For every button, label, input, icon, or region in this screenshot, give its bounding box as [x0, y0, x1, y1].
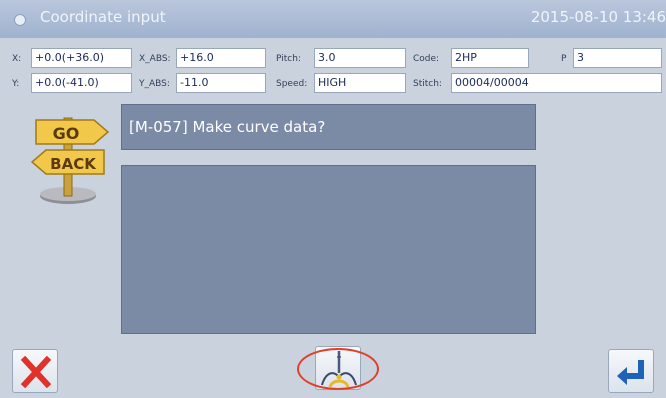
content-panel — [121, 165, 536, 334]
go-text: GO — [53, 124, 80, 143]
enter-arrow-icon — [617, 360, 644, 385]
x-abs-label: X_ABS: — [139, 54, 171, 64]
speed-value: HIGH — [314, 73, 406, 93]
highlight-circle — [297, 348, 379, 390]
y-value: +0.0(-41.0) — [31, 73, 132, 93]
x-label: X: — [12, 54, 22, 64]
code-value: 2HP — [451, 48, 529, 68]
p-label: P — [561, 54, 567, 64]
title-bar: Coordinate input 2015-08-10 13:46 — [0, 0, 666, 38]
y-abs-value: -11.0 — [176, 73, 266, 93]
x-abs-value: +16.0 — [176, 48, 266, 68]
go-back-sign-icon: GO BACK — [30, 117, 110, 204]
go-back-sign-button[interactable]: GO BACK — [30, 112, 112, 208]
enter-button[interactable] — [608, 349, 654, 393]
info-row-1: X: +0.0(+36.0) X_ABS: +16.0 Pitch: 3.0 C… — [0, 48, 666, 70]
pitch-value: 3.0 — [314, 48, 406, 68]
datetime: 2015-08-10 13:46 — [530, 8, 666, 26]
pitch-label: Pitch: — [276, 54, 301, 64]
message-box: [M-057] Make curve data? — [121, 104, 536, 150]
window-icon — [14, 14, 26, 26]
red-x-icon — [20, 355, 52, 389]
x-value: +0.0(+36.0) — [31, 48, 132, 68]
stitch-label: Stitch: — [413, 79, 442, 89]
info-row-2: Y: +0.0(-41.0) Y_ABS: -11.0 Speed: HIGH … — [0, 73, 666, 95]
y-label: Y: — [12, 79, 20, 89]
message-text: [M-057] Make curve data? — [129, 118, 326, 136]
cancel-button[interactable] — [12, 349, 58, 393]
code-label: Code: — [413, 54, 440, 64]
y-abs-label: Y_ABS: — [139, 79, 170, 89]
stitch-value: 00004/00004 — [451, 73, 662, 93]
speed-label: Speed: — [276, 79, 308, 89]
back-text: BACK — [50, 155, 97, 173]
page-title: Coordinate input — [40, 8, 166, 26]
p-value: 3 — [573, 48, 662, 68]
